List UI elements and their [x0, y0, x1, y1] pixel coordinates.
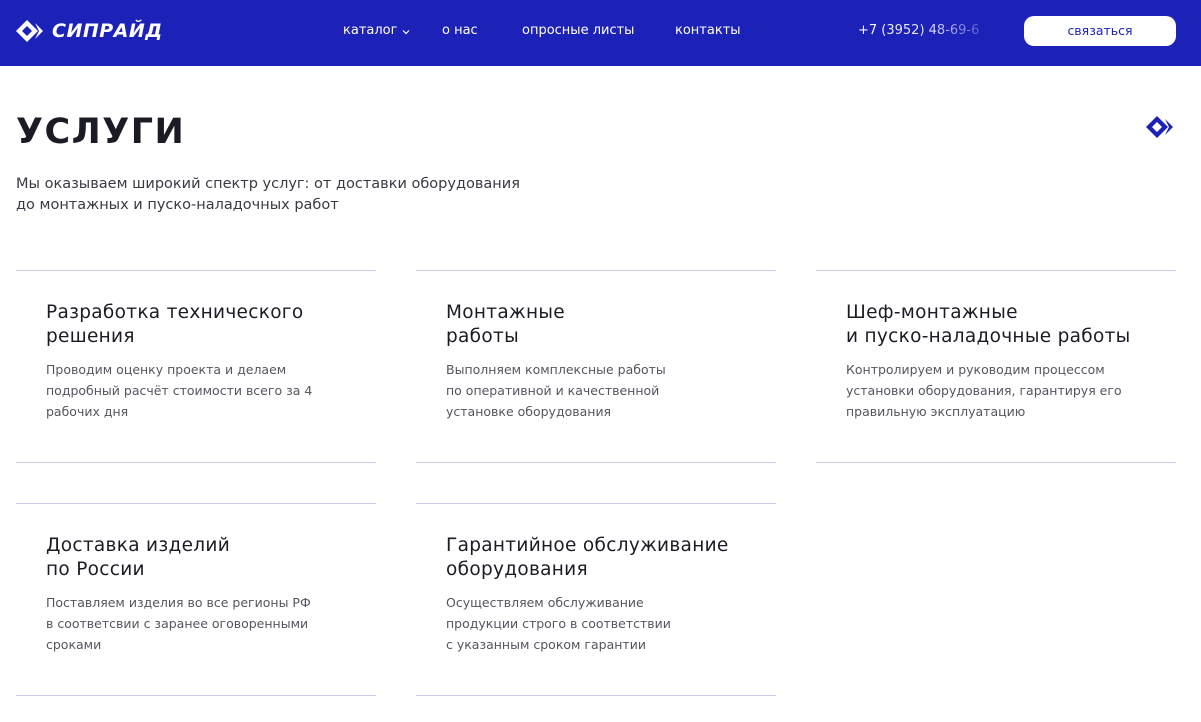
- page-description: Мы оказываем широкий спектр услуг: от до…: [16, 176, 520, 213]
- nav-contacts[interactable]: контакты: [675, 22, 741, 40]
- logo-icon: [16, 20, 43, 42]
- contact-button[interactable]: связаться: [1024, 16, 1176, 46]
- service-card[interactable]: Монтажные работы Выполняем комплексные р…: [416, 270, 776, 463]
- nav-forms[interactable]: опросные листы: [522, 22, 634, 40]
- brand-diamond-icon: [1146, 116, 1173, 138]
- service-card[interactable]: Гарантийное обслуживание оборудования Ос…: [416, 503, 776, 696]
- service-title: Шеф-монтажные и пуско-наладочные работы: [846, 302, 1131, 347]
- service-card[interactable]: Доставка изделий по России Поставляем из…: [16, 503, 376, 696]
- service-title: Разработка технического решения: [46, 302, 304, 347]
- phone-link[interactable]: +7 (3952) 48-69-6: [858, 22, 990, 40]
- logo-text: СИПРАЙД: [52, 20, 163, 42]
- service-card[interactable]: Шеф-монтажные и пуско-наладочные работы …: [816, 270, 1176, 463]
- nav-about[interactable]: о нас: [442, 22, 478, 40]
- service-card[interactable]: Разработка технического решения Проводим…: [16, 270, 376, 463]
- service-title: Гарантийное обслуживание оборудования: [446, 535, 729, 580]
- chevron-down-icon: [403, 29, 410, 34]
- logo[interactable]: СИПРАЙД: [16, 19, 163, 43]
- nav-catalog-label: каталог: [343, 23, 398, 38]
- page-title: УСЛУГИ: [16, 112, 186, 152]
- service-title: Доставка изделий по России: [46, 535, 231, 580]
- site-header: СИПРАЙД каталог о нас опросные листы кон…: [0, 0, 1201, 66]
- nav-catalog[interactable]: каталог: [343, 22, 410, 40]
- service-description: Проводим оценку проекта и делаем подробн…: [46, 362, 313, 419]
- service-description: Выполняем комплексные работы по оператив…: [446, 362, 666, 419]
- service-title: Монтажные работы: [446, 302, 565, 347]
- service-description: Осуществляем обслуживание продукции стро…: [446, 595, 671, 652]
- service-description: Поставляем изделия во все регионы РФ в с…: [46, 595, 311, 652]
- service-description: Контролируем и руководим процессом устан…: [846, 362, 1122, 419]
